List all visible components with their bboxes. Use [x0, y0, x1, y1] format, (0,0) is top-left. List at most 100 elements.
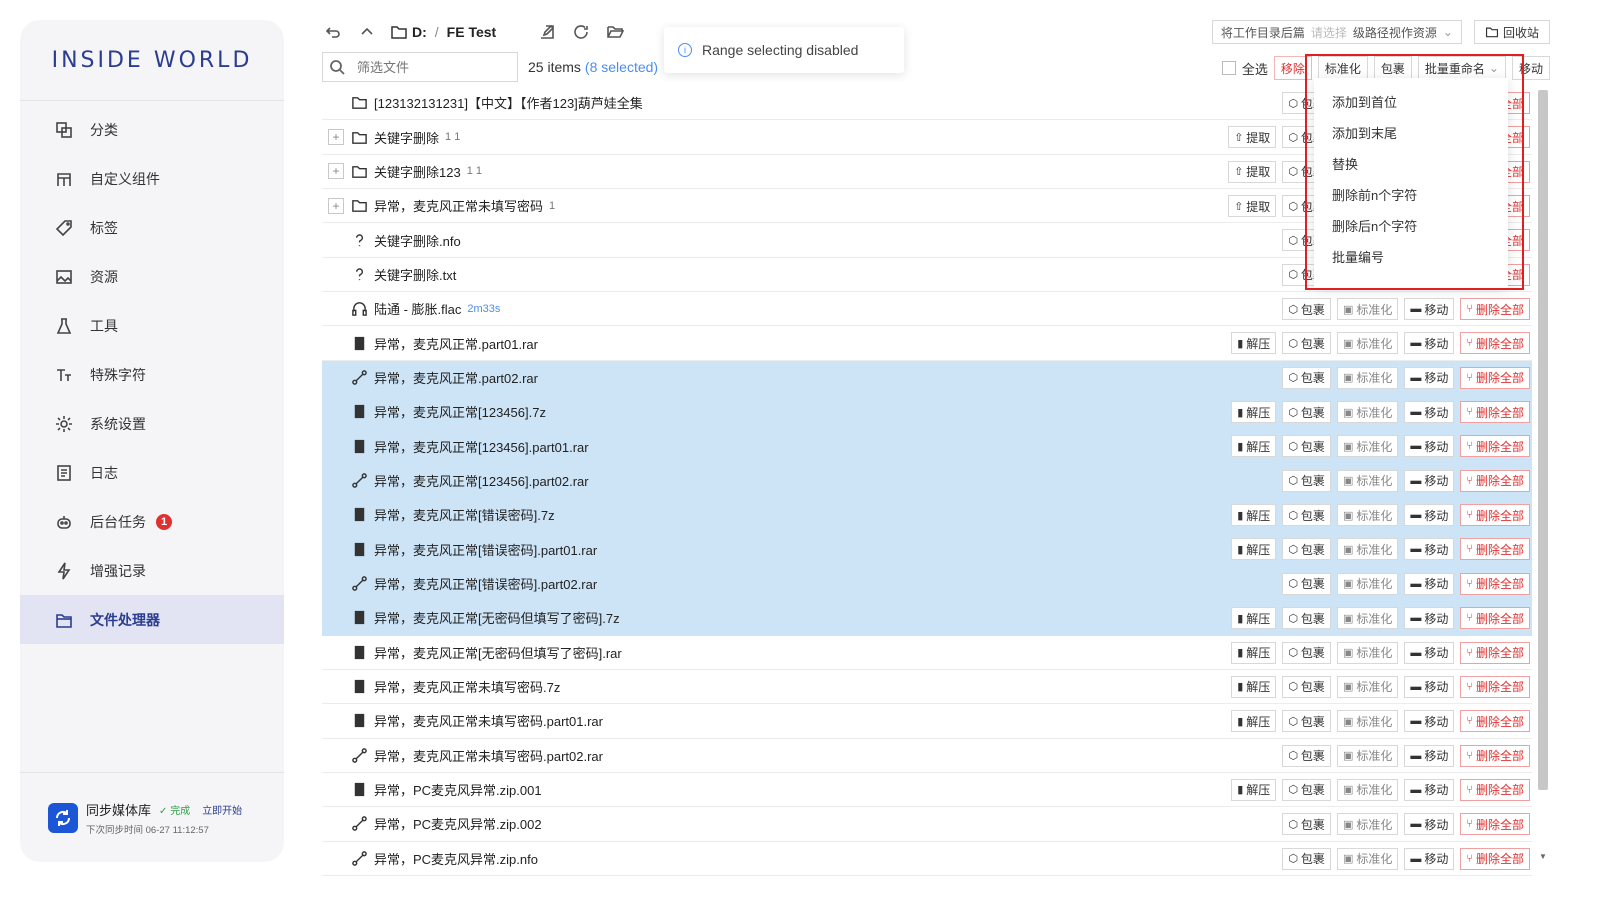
- normalize-button[interactable]: ▣标准化: [1336, 401, 1399, 424]
- delete-all-button[interactable]: ⑂删除全部: [1460, 469, 1530, 492]
- extract-button[interactable]: ⇧ 提取: [1228, 195, 1277, 218]
- file-name[interactable]: 异常，麦克风正常未填写密码.part02.rar: [374, 746, 603, 765]
- unzip-button[interactable]: ▮ 解压: [1231, 675, 1277, 698]
- file-row[interactable]: 异常，麦克风正常未填写密码.part02.rar ⬡ 包裹 ▣ 标准化 ▬ 移动 ⑂ 删除全部: [322, 739, 1532, 773]
- file-name[interactable]: 关键字删除.txt: [374, 265, 456, 284]
- unzip-button[interactable]: ▮ 解压: [1231, 504, 1277, 527]
- wrap-button[interactable]: ⬡ 包裹: [1282, 778, 1331, 801]
- sidebar-item-5[interactable]: 特殊字符: [20, 350, 284, 399]
- file-row[interactable]: 异常，麦克风正常未填写密码.part01.rar ▮ 解压 ⬡ 包裹 ▣ 标准化 ▬ 移动 ⑂ 删除…: [322, 704, 1532, 739]
- dropdown-item-0[interactable]: 添加到首位: [1314, 86, 1508, 117]
- normalize-button[interactable]: ▣标准化: [1336, 847, 1399, 870]
- unzip-button[interactable]: ▮ 解压: [1231, 641, 1277, 664]
- move-button[interactable]: ▬移动: [1404, 744, 1455, 767]
- normalize-button[interactable]: ▣标准化: [1336, 778, 1399, 801]
- normalize-button[interactable]: ▣标准化: [1336, 298, 1399, 321]
- delete-all-button[interactable]: ⑂删除全部: [1460, 435, 1530, 458]
- file-name[interactable]: 异常，麦克风正常[无密码但填写了密码].7z: [374, 608, 620, 627]
- wrap-button[interactable]: ⬡ 包裹: [1282, 401, 1331, 424]
- breadcrumb-folder[interactable]: FE Test: [447, 24, 497, 40]
- file-row[interactable]: 异常，麦克风正常[无密码但填写了密码].rar ▮ 解压 ⬡ 包裹 ▣ 标准化 ▬ 移动 ⑂ 删除全…: [322, 636, 1532, 670]
- unzip-button[interactable]: ▮ 解压: [1231, 538, 1277, 561]
- file-name[interactable]: 关键字删除123: [374, 162, 461, 181]
- normalize-button[interactable]: ▣标准化: [1336, 572, 1399, 595]
- delete-all-button[interactable]: ⑂删除全部: [1460, 572, 1530, 595]
- move-button[interactable]: ▬移动: [1404, 538, 1455, 561]
- file-name[interactable]: 异常，麦克风正常[123456].7z: [374, 402, 546, 421]
- unzip-button[interactable]: ▮ 解压: [1231, 710, 1277, 733]
- file-name[interactable]: 异常，麦克风正常[123456].part02.rar: [374, 471, 589, 490]
- normalize-button[interactable]: ▣标准化: [1336, 675, 1399, 698]
- unzip-button[interactable]: ▮ 解压: [1231, 607, 1277, 630]
- file-name[interactable]: 异常，麦克风正常未填写密码.7z: [374, 677, 560, 696]
- file-row[interactable]: 异常，麦克风正常[无密码但填写了密码].7z ▮ 解压 ⬡ 包裹 ▣ 标准化 ▬ 移动 ⑂ 删除全部: [322, 601, 1532, 636]
- file-name[interactable]: 异常，PC麦克风异常.zip.002: [374, 814, 542, 833]
- wrap-button[interactable]: ⬡ 包裹: [1282, 298, 1331, 321]
- move-button[interactable]: 移动: [1511, 56, 1550, 80]
- workdir-select[interactable]: 将工作目录后篇 请选择 级路径视作资源 ⌄: [1211, 20, 1462, 44]
- move-button[interactable]: ▬移动: [1404, 778, 1455, 801]
- normalize-button[interactable]: ▣标准化: [1336, 813, 1399, 836]
- expand-icon[interactable]: +: [328, 197, 344, 214]
- normalize-button[interactable]: ▣标准化: [1336, 469, 1399, 492]
- delete-all-button[interactable]: ⑂删除全部: [1460, 813, 1530, 836]
- file-name[interactable]: 异常，麦克风正常[123456].part01.rar: [374, 437, 589, 456]
- normalize-button[interactable]: ▣标准化: [1336, 607, 1399, 630]
- wrap-button[interactable]: ⬡ 包裹: [1282, 538, 1331, 561]
- wrap-button[interactable]: ⬡ 包裹: [1282, 641, 1331, 664]
- dropdown-item-5[interactable]: 批量编号: [1314, 241, 1508, 272]
- sync-start-link[interactable]: 立即开始: [202, 802, 242, 817]
- normalize-button[interactable]: ▣标准化: [1336, 332, 1399, 355]
- file-row[interactable]: 陆通 - 膨胀.flac 2m33s ⬡ 包裹 ▣ 标准化 ▬ 移动 ⑂ 删除全部: [322, 292, 1532, 327]
- wrap-button[interactable]: ⬡ 包裹: [1282, 744, 1331, 767]
- wrap-button[interactable]: ⬡ 包裹: [1282, 572, 1331, 595]
- wrap-button[interactable]: ⬡ 包裹: [1282, 675, 1331, 698]
- file-row[interactable]: 异常，麦克风正常[错误密码].part02.rar ⬡ 包裹 ▣ 标准化 ▬ 移动 ⑂ 删除全部: [322, 566, 1532, 602]
- file-name[interactable]: 异常，麦克风正常[错误密码].part01.rar: [374, 540, 597, 559]
- wrap-button[interactable]: ⬡ 包裹: [1282, 332, 1331, 355]
- sidebar-item-1[interactable]: 自定义组件: [20, 154, 284, 203]
- normalize-button[interactable]: ▣标准化: [1336, 538, 1399, 561]
- file-row[interactable]: 异常，麦克风正常[错误密码].part01.rar ▮ 解压 ⬡ 包裹 ▣ 标准化 ▬ 移动 ⑂ 删…: [322, 532, 1532, 567]
- scroll-down-icon[interactable]: ▼: [1538, 852, 1548, 862]
- file-row[interactable]: 异常，PC麦克风异常.zip.002 ⬡ 包裹 ▣ 标准化 ▬ 移动 ⑂ 删除全部: [322, 807, 1532, 842]
- file-name[interactable]: 异常，麦克风正常[无密码但填写了密码].rar: [374, 643, 622, 662]
- breadcrumb-drive[interactable]: D:: [412, 24, 427, 40]
- move-button[interactable]: ▬移动: [1404, 298, 1455, 321]
- wrap-button[interactable]: ⬡ 包裹: [1282, 813, 1331, 836]
- refresh-icon[interactable]: [570, 21, 592, 43]
- unzip-button[interactable]: ▮ 解压: [1231, 778, 1277, 801]
- filter-input[interactable]: [357, 59, 507, 75]
- sidebar-item-10[interactable]: 文件处理器: [20, 595, 284, 644]
- move-button[interactable]: ▬移动: [1404, 366, 1455, 389]
- move-button[interactable]: ▬移动: [1404, 435, 1455, 458]
- move-button[interactable]: ▬移动: [1404, 572, 1455, 595]
- file-row[interactable]: 异常，麦克风正常未填写密码.7z ▮ 解压 ⬡ 包裹 ▣ 标准化 ▬ 移动 ⑂ 删除全部: [322, 670, 1532, 705]
- scrollbar[interactable]: [1538, 90, 1548, 790]
- sidebar-item-9[interactable]: 增强记录: [20, 546, 284, 595]
- move-button[interactable]: ▬移动: [1404, 469, 1455, 492]
- delete-all-button[interactable]: ⑂删除全部: [1460, 401, 1530, 424]
- file-row[interactable]: 异常，麦克风正常.part02.rar ⬡ 包裹 ▣ 标准化 ▬ 移动 ⑂ 删除全部: [322, 360, 1532, 396]
- wrap-button[interactable]: ⬡ 包裹: [1282, 366, 1331, 389]
- file-row[interactable]: 异常，PC麦克风异常.zip.nfo ⬡ 包裹 ▣ 标准化 ▬ 移动 ⑂ 删除全部: [322, 842, 1532, 876]
- back-icon[interactable]: [322, 21, 344, 43]
- dropdown-item-1[interactable]: 添加到末尾: [1314, 117, 1508, 148]
- file-name[interactable]: 异常，PC麦克风异常.zip.nfo: [374, 849, 538, 868]
- sidebar-item-7[interactable]: 日志: [20, 448, 284, 497]
- wrap-button[interactable]: ⬡ 包裹: [1282, 847, 1331, 870]
- file-row[interactable]: 异常，麦克风正常[错误密码].7z ▮ 解压 ⬡ 包裹 ▣ 标准化 ▬ 移动 ⑂ 删除全部: [322, 498, 1532, 533]
- normalize-button[interactable]: ▣标准化: [1336, 504, 1399, 527]
- dropdown-item-3[interactable]: 删除前n个字符: [1314, 179, 1508, 210]
- move-button[interactable]: ▬移动: [1404, 710, 1455, 733]
- edit-icon[interactable]: [536, 21, 558, 43]
- sidebar-item-3[interactable]: 资源: [20, 252, 284, 301]
- extract-button[interactable]: ⇧ 提取: [1228, 126, 1277, 149]
- sidebar-item-0[interactable]: 分类: [20, 105, 284, 154]
- delete-all-button[interactable]: ⑂删除全部: [1460, 744, 1530, 767]
- delete-all-button[interactable]: ⑂删除全部: [1460, 538, 1530, 561]
- file-name[interactable]: 异常，麦克风正常未填写密码: [374, 196, 543, 215]
- file-name[interactable]: 异常，麦克风正常.part01.rar: [374, 334, 538, 353]
- file-name[interactable]: 关键字删除: [374, 128, 439, 147]
- delete-all-button[interactable]: ⑂删除全部: [1460, 504, 1530, 527]
